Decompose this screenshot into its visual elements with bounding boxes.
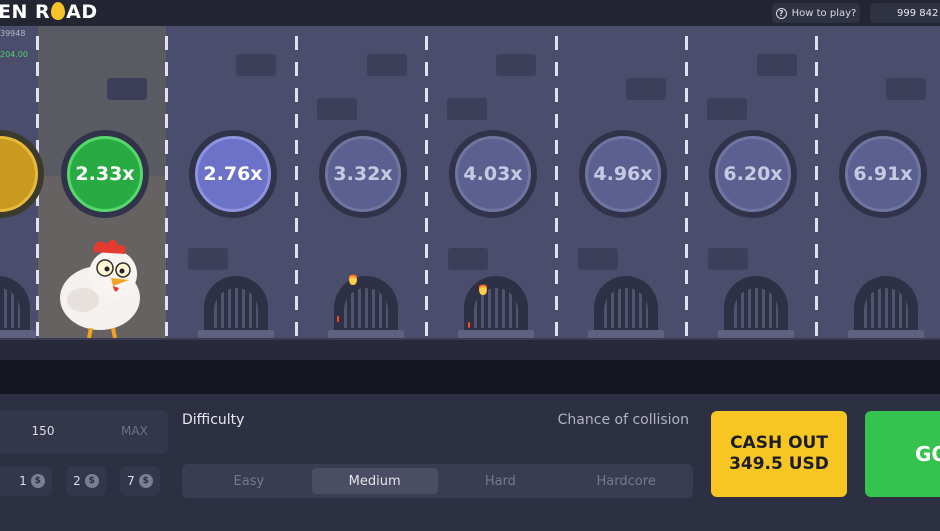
bet-max-button[interactable]: MAX [121,424,148,438]
quick-bet-label: 1 [19,474,27,488]
chance-of-collision-label: Chance of collision [557,412,689,428]
lane-divider [165,36,168,338]
chicken-character [60,239,140,338]
cash-out-amount: 349.5 USD [729,454,829,474]
quick-bet-button[interactable]: 2 $ [66,466,106,496]
game-screen: EN R AD ? How to play? 999 842 2.33x 2.7… [0,0,940,531]
difficulty-option-hard[interactable]: Hard [438,468,564,494]
wall-brick [236,54,276,76]
dollar-coin-icon: $ [30,474,45,488]
difficulty-option-easy[interactable]: Easy [186,468,312,494]
how-to-play-label: How to play? [791,7,857,19]
multiplier-step[interactable]: 4.03x [449,130,537,218]
road-edge [0,338,940,360]
wall-brick [757,54,797,76]
difficulty-label: Difficulty [182,412,245,428]
panel-separator [0,360,940,394]
wall-brick [707,98,747,120]
quick-bet-button[interactable]: 1 $ [12,466,52,496]
sewer-gate [458,276,534,338]
wall-brick [188,248,228,270]
multiplier-step[interactable]: 4.96x [579,130,667,218]
wall-brick [367,54,407,76]
game-logo: EN R AD [0,1,98,23]
wall-brick [886,78,926,100]
multiplier-step[interactable]: 6.91x [839,130,927,218]
go-label: GO [915,442,940,466]
lane-divider [425,36,428,338]
stat-line-1: 39948 [0,29,26,38]
multiplier-step[interactable]: 3.32x [319,130,407,218]
stat-line-2: 204.00 [0,50,28,59]
difficulty-selector: Easy Medium Hard Hardcore [182,464,693,498]
fire-icon [479,282,487,295]
lane-divider [295,36,298,338]
top-bar: EN R AD ? How to play? 999 842 [0,0,940,26]
egg-icon [51,2,66,20]
multiplier-step[interactable]: 6.20x [709,130,797,218]
wall-brick [626,78,666,100]
difficulty-option-medium[interactable]: Medium [311,468,438,494]
wall-brick [496,54,536,76]
fire-icon [349,272,357,285]
lane-divider [555,36,558,338]
sewer-gate [588,276,664,338]
quick-bet-button[interactable]: 7 $ [120,466,160,496]
dollar-coin-icon: $ [138,474,153,488]
dollar-coin-icon: $ [84,474,99,488]
control-panel: 150 MAX 1 $ 2 $ 7 $ Difficulty Chance of… [0,394,940,531]
balance-value: 999 842 [897,7,939,19]
cash-out-label: CASH OUT [730,433,828,453]
bet-amount-value[interactable]: 150 [18,424,68,438]
wall-brick [708,248,748,270]
balance-display: 999 842 [870,3,940,23]
game-field: 2.33x 2.76x 3.32x 4.03x 4.96x 6.20x 6.91… [0,26,940,338]
wall-brick [317,98,357,120]
spark-icon [337,316,339,322]
cash-out-button[interactable]: CASH OUT 349.5 USD [711,411,847,497]
wall-brick [447,98,487,120]
wall-brick [448,248,488,270]
sewer-gate [0,276,36,338]
multiplier-next[interactable]: 2.76x [189,130,277,218]
wall-brick [578,248,618,270]
lane-divider [815,36,818,338]
sewer-gate [198,276,274,338]
question-icon: ? [775,7,787,19]
bet-amount-field[interactable]: 150 MAX [0,410,168,454]
go-button[interactable]: GO [865,411,940,497]
lane-divider [685,36,688,338]
how-to-play-button[interactable]: ? How to play? [772,3,860,23]
spark-icon [468,322,470,328]
sewer-gate [718,276,794,338]
quick-bet-label: 2 [73,474,81,488]
sewer-gate [848,276,924,338]
wall-brick [107,78,147,100]
multiplier-current[interactable]: 2.33x [61,130,149,218]
quick-bet-label: 7 [127,474,135,488]
sewer-gate [328,276,404,338]
difficulty-option-hardcore[interactable]: Hardcore [563,468,689,494]
